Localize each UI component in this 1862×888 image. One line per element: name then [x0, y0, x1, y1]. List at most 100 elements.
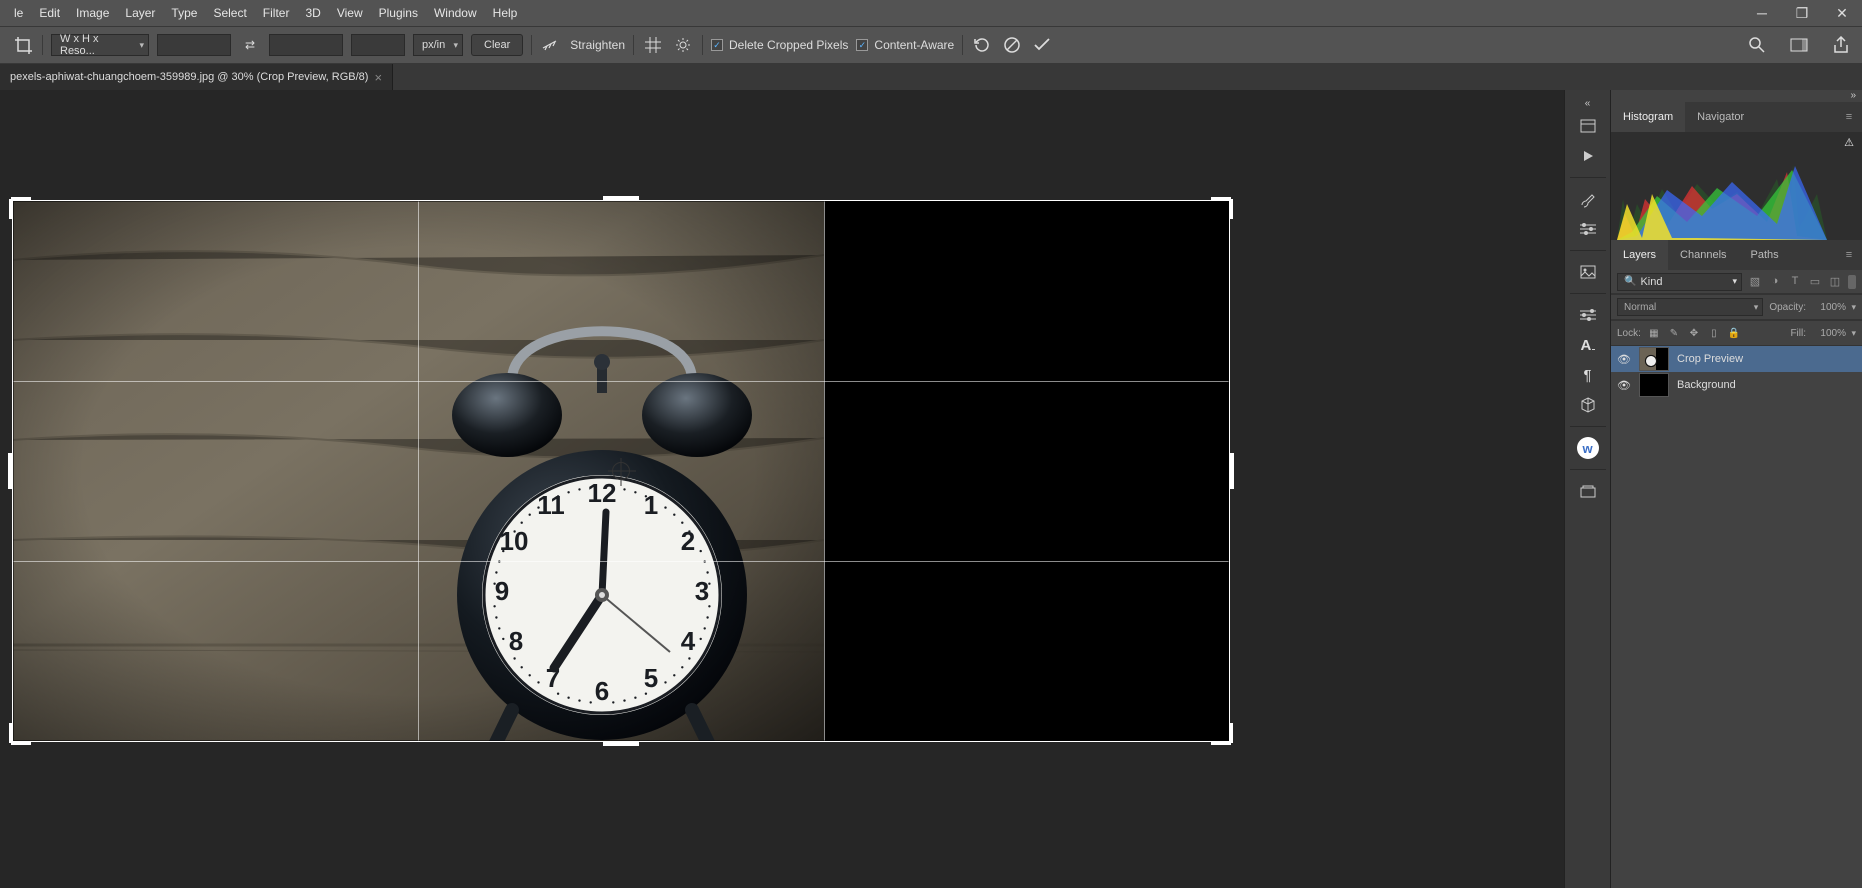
menu-file[interactable]: le	[6, 0, 31, 26]
panel-icon-adjustments[interactable]	[1574, 216, 1602, 242]
menu-edit[interactable]: Edit	[31, 0, 68, 26]
menu-layer[interactable]: Layer	[117, 0, 163, 26]
crop-handle-left[interactable]	[8, 453, 13, 489]
options-bar: W x H x Reso... ⇄ px/in Clear Straighten…	[0, 26, 1862, 64]
panel-icon-wix[interactable]: w	[1574, 435, 1602, 461]
lock-position-icon[interactable]: ✥	[1687, 328, 1701, 339]
filter-type-icon[interactable]: T	[1788, 275, 1802, 288]
filter-smart-icon[interactable]: ◫	[1828, 275, 1842, 288]
panel-icon-character[interactable]: A	[1574, 332, 1602, 358]
panel-icon-actions[interactable]	[1574, 143, 1602, 169]
menu-plugins[interactable]: Plugins	[371, 0, 426, 26]
panel-icon-brushes[interactable]	[1574, 186, 1602, 212]
panel-icon-3d[interactable]	[1574, 392, 1602, 418]
separator	[42, 35, 43, 55]
menu-select[interactable]: Select	[205, 0, 254, 26]
menu-window[interactable]: Window	[426, 0, 485, 26]
straighten-icon[interactable]	[540, 34, 562, 56]
crop-boundary[interactable]: 12 1 2 3 4 5 6 7 8 9 10 11	[12, 200, 1230, 742]
reset-crop-icon[interactable]	[971, 34, 993, 56]
crop-handle-br[interactable]	[1211, 741, 1231, 745]
panel-icon-paragraph[interactable]: ¶	[1574, 362, 1602, 388]
share-icon[interactable]	[1830, 34, 1852, 56]
right-panel-group: » Histogram Navigator ≡ ⚠ Layers Channel…	[1610, 90, 1862, 888]
collapse-panel-icon[interactable]: »	[1611, 90, 1862, 102]
layer-background[interactable]: 👁 Background	[1611, 372, 1862, 398]
blend-mode-dropdown[interactable]: Normal	[1617, 298, 1763, 316]
crop-options-gear-icon[interactable]	[672, 34, 694, 56]
lock-label: Lock:	[1617, 328, 1641, 339]
fill-value[interactable]: 100%	[1812, 328, 1856, 339]
lock-all-icon[interactable]: 🔒	[1727, 328, 1741, 339]
tab-channels[interactable]: Channels	[1668, 240, 1738, 270]
minimize-button[interactable]: ─	[1742, 0, 1782, 26]
opacity-value[interactable]: 100%	[1812, 302, 1856, 313]
search-icon[interactable]	[1746, 34, 1768, 56]
separator	[633, 35, 634, 55]
menu-view[interactable]: View	[329, 0, 371, 26]
panel-flyout-icon[interactable]: ≡	[1840, 240, 1858, 270]
filter-adjust-icon[interactable]: ◑	[1768, 275, 1782, 288]
crop-handle-bl[interactable]	[11, 741, 31, 745]
crop-handle-tr[interactable]	[1229, 199, 1233, 219]
menu-image[interactable]: Image	[68, 0, 117, 26]
crop-handle-tr[interactable]	[1211, 197, 1231, 201]
separator	[962, 35, 963, 55]
content-aware-label: Content-Aware	[874, 38, 954, 52]
crop-handle-tl[interactable]	[9, 199, 13, 219]
swap-dimensions-icon[interactable]: ⇄	[239, 34, 261, 56]
layers-panel-tabs: Layers Channels Paths ≡	[1611, 240, 1862, 270]
crop-center-marker[interactable]	[612, 462, 630, 480]
menu-filter[interactable]: Filter	[255, 0, 298, 26]
tab-navigator[interactable]: Navigator	[1685, 102, 1756, 132]
height-input[interactable]	[269, 34, 343, 56]
resolution-input[interactable]	[351, 34, 405, 56]
crop-tool-icon[interactable]	[12, 34, 34, 56]
layer-crop-preview[interactable]: 👁 Crop Preview	[1611, 346, 1862, 372]
crop-handle-br[interactable]	[1229, 723, 1233, 743]
menu-3d[interactable]: 3D	[297, 0, 328, 26]
canvas-area[interactable]: 12 1 2 3 4 5 6 7 8 9 10 11	[0, 90, 1564, 888]
panel-icon-libraries[interactable]	[1574, 259, 1602, 285]
tab-histogram[interactable]: Histogram	[1611, 102, 1685, 132]
fill-label: Fill:	[1790, 328, 1806, 339]
clear-button[interactable]: Clear	[471, 34, 523, 56]
crop-handle-tl[interactable]	[11, 197, 31, 201]
crop-handle-bl[interactable]	[9, 723, 13, 743]
overlay-options-icon[interactable]	[642, 34, 664, 56]
width-input[interactable]	[157, 34, 231, 56]
tab-paths[interactable]: Paths	[1739, 240, 1791, 270]
document-tab[interactable]: pexels-aphiwat-chuangchoem-359989.jpg @ …	[0, 64, 393, 90]
filter-shape-icon[interactable]: ▭	[1808, 275, 1822, 288]
crop-preset-dropdown[interactable]: W x H x Reso...	[51, 34, 149, 56]
crop-handle-right[interactable]	[1229, 453, 1234, 489]
crop-handle-top[interactable]	[603, 196, 639, 201]
visibility-toggle-icon[interactable]: 👁	[1617, 353, 1631, 366]
filter-toggle[interactable]	[1848, 275, 1856, 289]
visibility-toggle-icon[interactable]: 👁	[1617, 379, 1631, 392]
units-dropdown[interactable]: px/in	[413, 34, 463, 56]
workspace-switcher-icon[interactable]	[1788, 34, 1810, 56]
histogram-warning-icon[interactable]: ⚠	[1844, 136, 1854, 149]
layer-filter-type-dropdown[interactable]: 🔍Kind	[1617, 273, 1742, 291]
content-aware-checkbox[interactable]: ✓ Content-Aware	[856, 38, 954, 52]
close-tab-icon[interactable]: ×	[374, 70, 382, 85]
delete-cropped-checkbox[interactable]: ✓ Delete Cropped Pixels	[711, 38, 848, 52]
panel-icon-learn[interactable]	[1574, 113, 1602, 139]
cancel-crop-icon[interactable]	[1001, 34, 1023, 56]
menu-type[interactable]: Type	[163, 0, 205, 26]
expand-dock-icon[interactable]: «	[1565, 98, 1610, 109]
close-button[interactable]: ✕	[1822, 0, 1862, 26]
commit-crop-icon[interactable]	[1031, 34, 1053, 56]
panel-icon-patterns[interactable]	[1574, 478, 1602, 504]
lock-transparency-icon[interactable]: ▦	[1647, 328, 1661, 339]
menu-help[interactable]: Help	[485, 0, 526, 26]
maximize-button[interactable]: ❐	[1782, 0, 1822, 26]
panel-flyout-icon[interactable]: ≡	[1840, 102, 1858, 132]
lock-pixels-icon[interactable]: ✎	[1667, 328, 1681, 339]
lock-artboard-icon[interactable]: ▯	[1707, 328, 1721, 339]
tab-layers[interactable]: Layers	[1611, 240, 1668, 270]
crop-handle-bottom[interactable]	[603, 741, 639, 746]
panel-icon-properties[interactable]	[1574, 302, 1602, 328]
filter-pixel-icon[interactable]: ▧	[1748, 275, 1762, 288]
